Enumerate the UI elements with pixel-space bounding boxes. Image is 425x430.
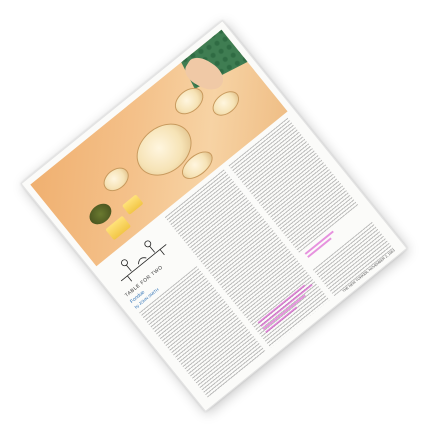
plate-small-3	[207, 86, 244, 121]
viewer-canvas: TABLE FOR TWO Fondue by JOHN SMITH THE N…	[0, 0, 425, 430]
cheese-wedge-2	[121, 194, 144, 215]
cheese-wedge-1	[105, 215, 132, 241]
magazine-page: TABLE FOR TWO Fondue by JOHN SMITH THE N…	[20, 19, 408, 413]
plate-small-1	[98, 162, 134, 196]
